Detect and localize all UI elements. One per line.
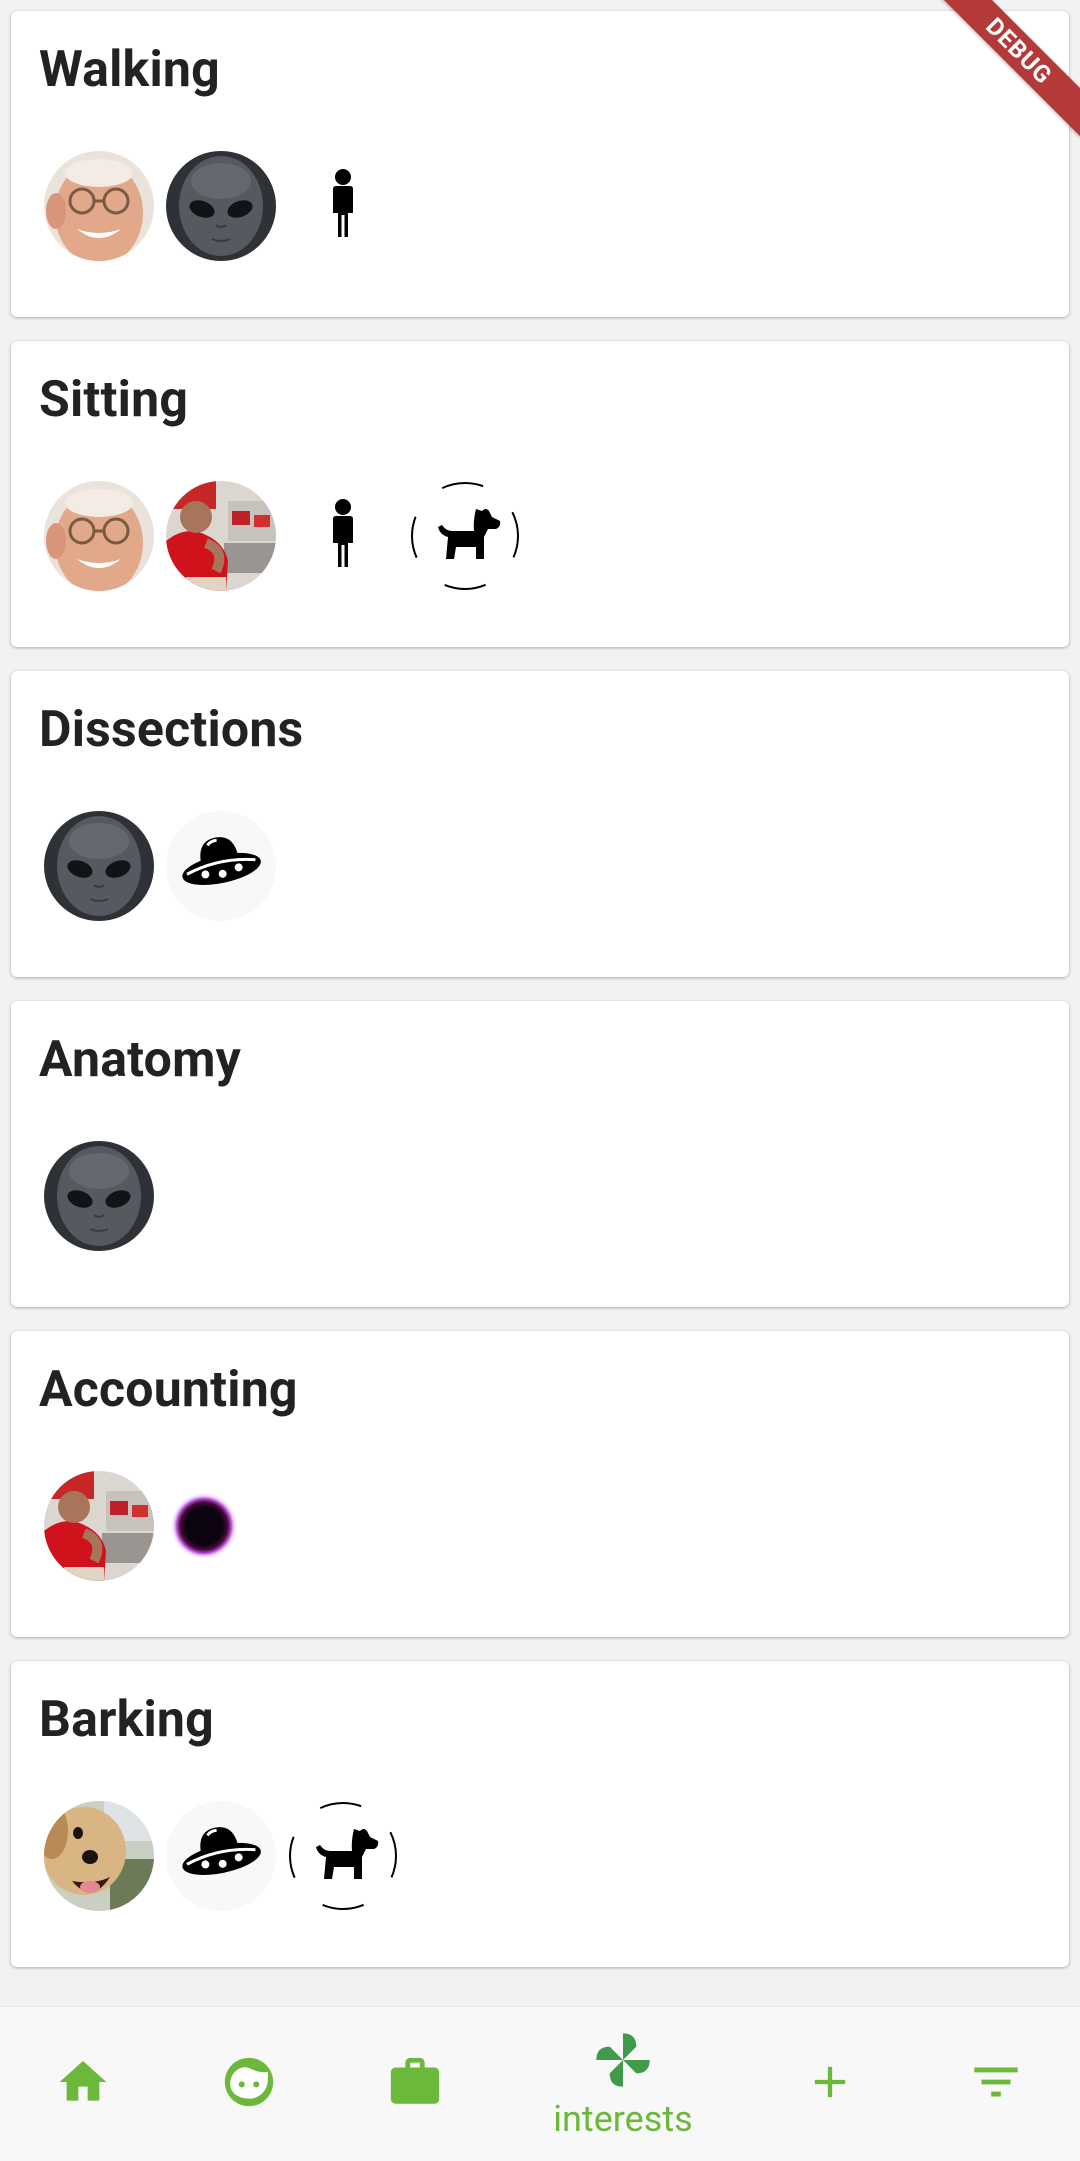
person-icon[interactable] xyxy=(288,481,398,591)
bottom-navigation-bar: interests xyxy=(0,2006,1080,2161)
alien-avatar[interactable] xyxy=(44,811,154,921)
interest-title: Walking xyxy=(39,41,220,99)
member-avatar-row xyxy=(44,150,410,262)
filter-icon xyxy=(967,2053,1025,2115)
pinwheel-icon xyxy=(591,2028,655,2096)
ufo-icon[interactable] xyxy=(166,1801,276,1911)
ufo-icon[interactable] xyxy=(166,811,276,921)
member-avatar-row xyxy=(44,810,288,922)
interest-card[interactable]: Walking xyxy=(11,11,1069,317)
nav-profile[interactable] xyxy=(179,2007,319,2161)
interest-card[interactable]: Sitting xyxy=(11,341,1069,647)
member-avatar-row xyxy=(44,1470,288,1582)
nav-filter[interactable] xyxy=(926,2007,1066,2161)
member-avatar-row xyxy=(44,480,532,592)
briefcase-icon xyxy=(386,2053,444,2115)
nav-interests[interactable]: interests xyxy=(553,2007,693,2161)
interest-card[interactable]: Accounting xyxy=(11,1331,1069,1637)
dog-icon[interactable] xyxy=(410,481,520,591)
red-sweater-man-avatar[interactable] xyxy=(166,481,276,591)
interest-card[interactable]: Barking xyxy=(11,1661,1069,1967)
member-avatar-row xyxy=(44,1800,410,1912)
interest-title: Accounting xyxy=(39,1361,298,1419)
home-icon xyxy=(55,2054,111,2114)
old-man-avatar[interactable] xyxy=(44,481,154,591)
nav-home[interactable] xyxy=(13,2007,153,2161)
interest-card[interactable]: Anatomy xyxy=(11,1001,1069,1307)
dog-icon[interactable] xyxy=(288,1801,398,1911)
add-icon xyxy=(804,2056,856,2112)
nav-interests-label: interests xyxy=(553,2098,693,2140)
interest-title: Dissections xyxy=(39,701,304,759)
old-man-avatar[interactable] xyxy=(44,151,154,261)
person-icon[interactable] xyxy=(288,151,398,261)
interest-title: Sitting xyxy=(39,371,189,429)
interest-title: Barking xyxy=(39,1691,214,1749)
alien-avatar[interactable] xyxy=(44,1141,154,1251)
nav-add[interactable] xyxy=(760,2007,900,2161)
face-icon xyxy=(220,2053,278,2115)
red-sweater-man-avatar[interactable] xyxy=(44,1471,154,1581)
black-hole-avatar[interactable] xyxy=(166,1471,276,1581)
alien-avatar[interactable] xyxy=(166,151,276,261)
nav-work[interactable] xyxy=(345,2007,485,2161)
interest-title: Anatomy xyxy=(39,1031,241,1089)
interest-card[interactable]: Dissections xyxy=(11,671,1069,977)
member-avatar-row xyxy=(44,1140,166,1252)
dog-photo-avatar[interactable] xyxy=(44,1801,154,1911)
